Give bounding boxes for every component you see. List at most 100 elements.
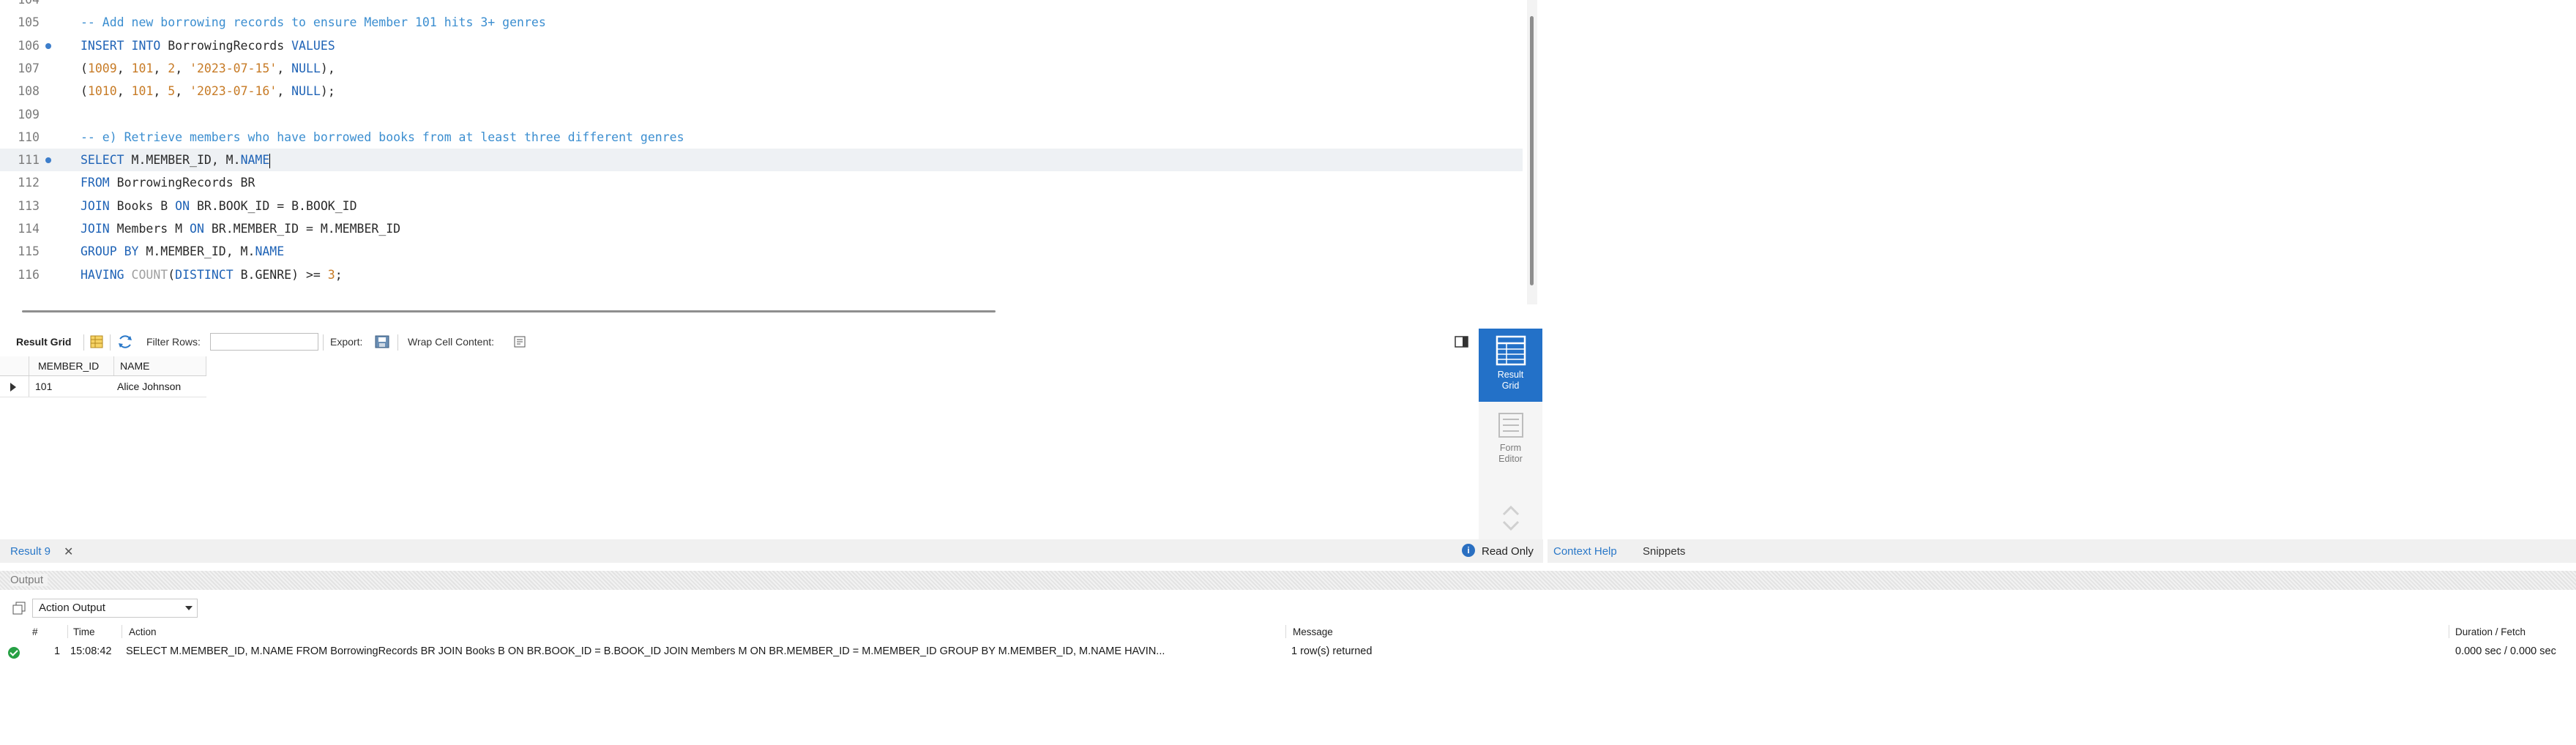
code-token: 2 bbox=[168, 61, 176, 75]
statement-marker-icon bbox=[45, 42, 51, 49]
tab-context-help[interactable]: Context Help bbox=[1553, 545, 1617, 558]
editor-line-105[interactable]: 105 -- Add new borrowing records to ensur… bbox=[0, 11, 1523, 34]
tab-divider bbox=[1543, 539, 1548, 563]
toggle-panel-icon[interactable] bbox=[1455, 335, 1469, 348]
text-caret bbox=[269, 153, 271, 168]
line-number: 106 bbox=[18, 38, 40, 53]
tab-snippets[interactable]: Snippets bbox=[1643, 545, 1685, 558]
code-token: B.GENRE) >= bbox=[233, 267, 328, 282]
result-grid-label: Result Grid bbox=[16, 336, 72, 348]
statement-marker-icon bbox=[45, 157, 51, 164]
header-time[interactable]: Time bbox=[73, 626, 95, 637]
filter-icon[interactable] bbox=[117, 334, 133, 349]
tab-result-9[interactable]: Result 9 bbox=[10, 545, 51, 558]
sql-editor[interactable]: 104 105 -- Add new borrowing records to en… bbox=[0, 0, 1528, 304]
code-token: '2023-07-15' bbox=[190, 61, 277, 75]
cell-name[interactable]: Alice Johnson bbox=[114, 376, 206, 397]
header-num[interactable]: # bbox=[32, 626, 38, 637]
code-text: INSERT INTO BorrowingRecords VALUES bbox=[81, 34, 335, 57]
editor-line-109[interactable]: 109 bbox=[0, 103, 1523, 126]
code-token: INSERT INTO bbox=[81, 38, 161, 53]
editor-line-110[interactable]: 110 -- e) Retrieve members who have borro… bbox=[0, 126, 1523, 149]
code-text: JOIN Members M ON BR.MEMBER_ID = M.MEMBE… bbox=[81, 217, 400, 240]
code-token: VALUES bbox=[291, 38, 335, 53]
line-number: 104 bbox=[0, 0, 40, 11]
copy-icon[interactable] bbox=[12, 601, 26, 615]
form-editor-button[interactable]: Form Editor bbox=[1479, 408, 1542, 473]
wrap-cell-icon[interactable] bbox=[513, 335, 526, 348]
cell-member-id[interactable]: 101 bbox=[29, 376, 114, 397]
result-grid[interactable]: MEMBER_ID NAME 101 Alice Johnson bbox=[0, 356, 1479, 539]
result-grid-icon bbox=[1496, 335, 1526, 366]
code-token: JOIN bbox=[81, 198, 110, 213]
code-token: M.MEMBER_ID, M. bbox=[124, 153, 241, 168]
code-token: JOIN bbox=[81, 222, 110, 236]
success-check-icon bbox=[8, 647, 20, 659]
code-text: (1009, 101, 2, '2023-07-15', NULL), bbox=[81, 57, 335, 80]
editor-line-114[interactable]: 114 JOIN Members M ON BR.MEMBER_ID = M.ME… bbox=[0, 217, 1523, 240]
editor-line-113[interactable]: 113 JOIN Books B ON BR.BOOK_ID = B.BOOK_I… bbox=[0, 195, 1523, 217]
editor-horizontal-scrollbar[interactable] bbox=[22, 310, 996, 312]
column-header-member-id[interactable]: MEMBER_ID bbox=[29, 356, 114, 375]
code-token: , bbox=[175, 61, 190, 75]
output-type-select[interactable]: Action Output bbox=[32, 599, 198, 618]
editor-scroll-thumb[interactable] bbox=[1530, 16, 1534, 285]
grid-view-icon[interactable] bbox=[89, 334, 104, 349]
editor-line-107[interactable]: 107 (1009, 101, 2, '2023-07-15', NULL), bbox=[0, 57, 1523, 80]
code-token: BorrowingRecords bbox=[160, 38, 292, 53]
editor-line-116[interactable]: 116 HAVING COUNT(DISTINCT B.GENRE) >= 3; bbox=[0, 263, 1523, 286]
code-text: -- Add new borrowing records to ensure M… bbox=[81, 11, 546, 34]
code-token: ( bbox=[168, 267, 176, 282]
code-token: , bbox=[153, 84, 168, 99]
output-toolbar: Action Output bbox=[0, 597, 2576, 619]
row-header-cell bbox=[0, 356, 29, 375]
header-duration[interactable]: Duration / Fetch bbox=[2455, 626, 2525, 637]
code-token: ( bbox=[81, 61, 88, 75]
close-icon[interactable]: ✕ bbox=[64, 544, 73, 559]
output-title: Output bbox=[10, 574, 48, 586]
result-side-panel: Result Grid Form Editor bbox=[1479, 329, 1542, 541]
toolbar-divider bbox=[110, 334, 111, 351]
code-token: -- Add new borrowing records to ensure M… bbox=[81, 15, 546, 30]
code-token: -- e) Retrieve members who have borrowed… bbox=[81, 130, 684, 144]
result-grid-view-button[interactable]: Result Grid bbox=[1479, 329, 1542, 402]
code-token: NAME bbox=[240, 153, 270, 168]
result-grid-button-label: Result Grid bbox=[1497, 370, 1524, 391]
code-token: M.MEMBER_ID, M. bbox=[138, 244, 255, 259]
output-row-time: 15:08:42 bbox=[70, 645, 112, 657]
code-token: 1010 bbox=[87, 84, 117, 99]
editor-line-111[interactable]: 111 SELECT M.MEMBER_ID, M.NAME bbox=[0, 149, 1523, 172]
filter-rows-input[interactable] bbox=[210, 333, 318, 351]
column-header-name[interactable]: NAME bbox=[114, 356, 206, 375]
table-row[interactable]: 101 Alice Johnson bbox=[0, 376, 206, 397]
toolbar-divider bbox=[323, 334, 324, 351]
result-tab-bar: Result 9 ✕ i Read Only Context Help Snip… bbox=[0, 539, 2576, 563]
code-token: NULL bbox=[291, 84, 321, 99]
code-text: -- e) Retrieve members who have borrowed… bbox=[81, 126, 684, 149]
read-only-label: Read Only bbox=[1482, 545, 1534, 558]
output-row[interactable]: 1 15:08:42 SELECT M.MEMBER_ID, M.NAME FR… bbox=[0, 643, 2576, 662]
editor-line-112[interactable]: 112 FROM BorrowingRecords BR bbox=[0, 171, 1523, 194]
code-token: , bbox=[116, 84, 132, 99]
row-selector[interactable] bbox=[0, 376, 29, 397]
grid-header: MEMBER_ID NAME bbox=[0, 356, 206, 376]
code-token: 101 bbox=[131, 61, 154, 75]
code-text: (1010, 101, 5, '2023-07-16', NULL); bbox=[81, 80, 335, 102]
form-editor-icon bbox=[1498, 413, 1523, 438]
editor-line-106[interactable]: 106 INSERT INTO BorrowingRecords VALUES bbox=[0, 34, 1523, 57]
code-token: ( bbox=[81, 84, 88, 99]
output-empty-area bbox=[0, 663, 2576, 745]
code-text: HAVING COUNT(DISTINCT B.GENRE) >= 3; bbox=[81, 263, 343, 286]
code-token: FROM bbox=[81, 176, 110, 190]
line-number: 112 bbox=[18, 176, 40, 190]
editor-line-115[interactable]: 115 GROUP BY M.MEMBER_ID, M.NAME bbox=[0, 240, 1523, 263]
header-action[interactable]: Action bbox=[129, 626, 157, 637]
export-icon[interactable] bbox=[374, 334, 390, 350]
result-toolbar: Result Grid Filter Rows: Export: Wrap Ce… bbox=[0, 329, 1479, 355]
editor-line-108[interactable]: 108 (1010, 101, 5, '2023-07-16', NULL); bbox=[0, 80, 1523, 102]
header-message[interactable]: Message bbox=[1293, 626, 1333, 637]
scroll-panel-arrows-icon[interactable] bbox=[1501, 501, 1521, 535]
chevron-down-icon bbox=[185, 606, 193, 610]
line-number: 110 bbox=[18, 130, 40, 144]
editor-line-104[interactable]: 104 bbox=[0, 0, 1523, 11]
